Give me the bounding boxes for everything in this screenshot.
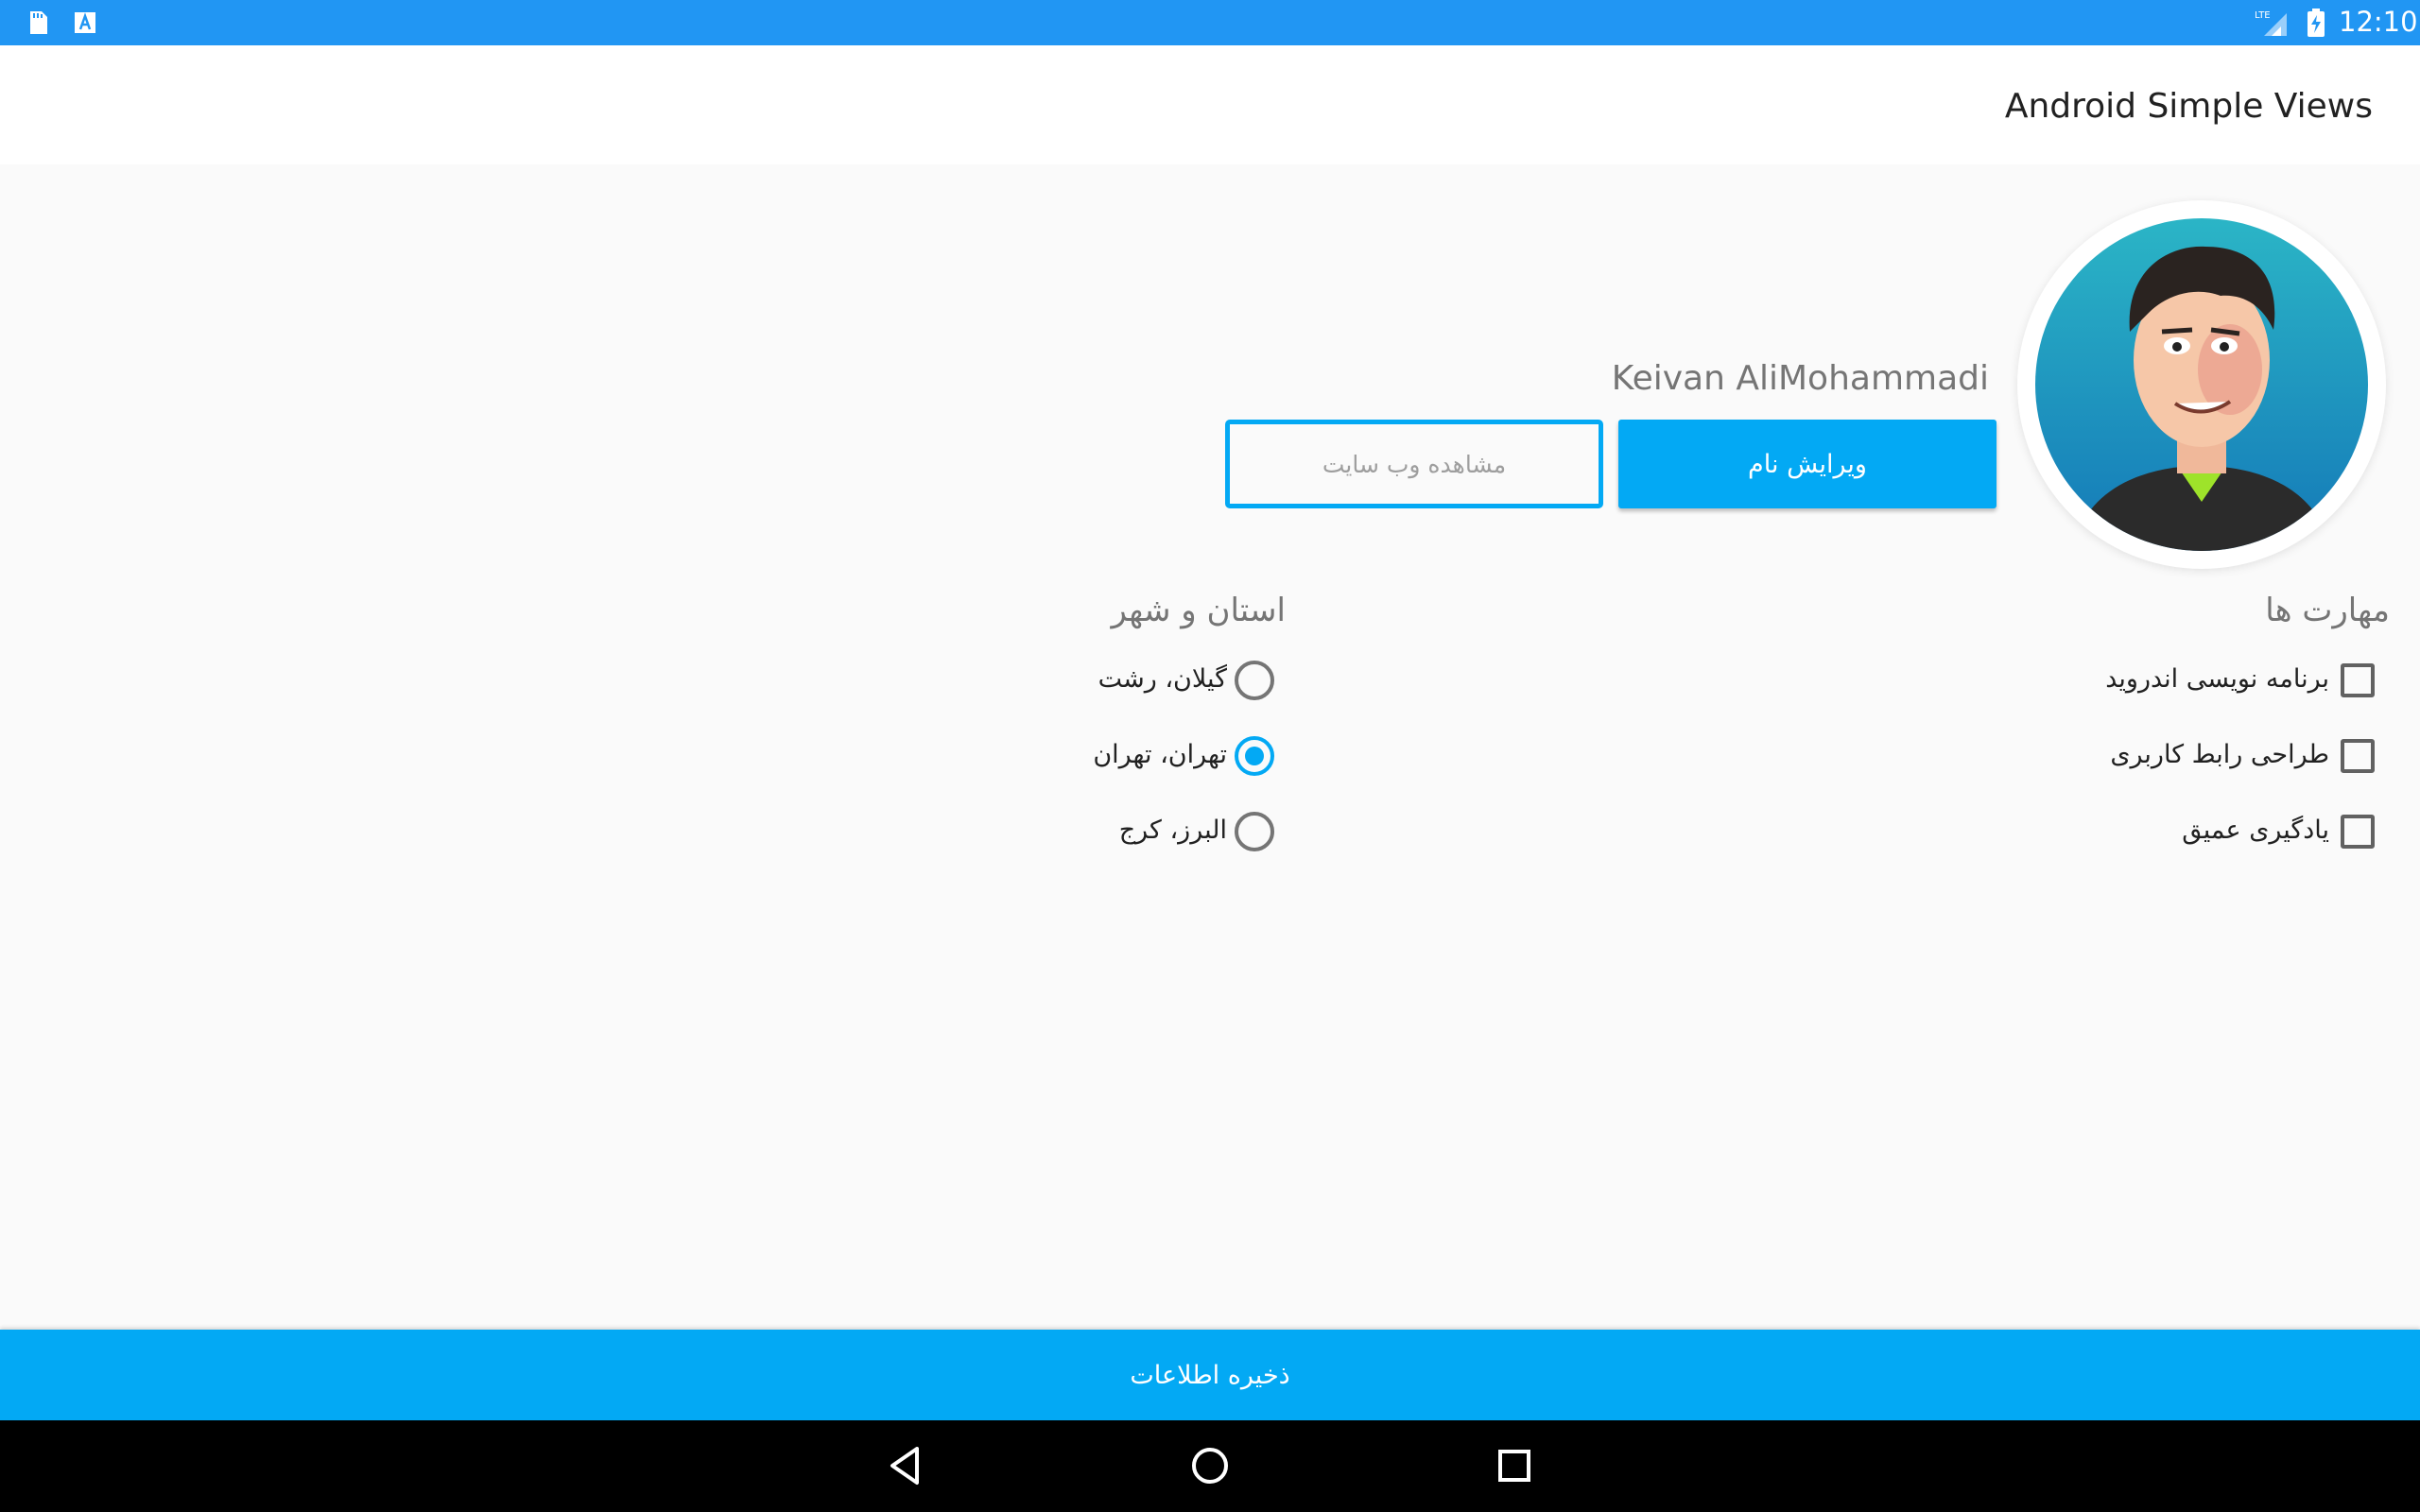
save-info-button[interactable]: ذخیره اطلاعات — [0, 1330, 2420, 1420]
province-label: گیلان، رشت — [1098, 664, 1227, 694]
svg-text:LTE: LTE — [2255, 10, 2271, 21]
skills-title: مهارت ها — [2265, 592, 2390, 629]
skill-label: برنامه نویسی اندروید — [2105, 664, 2329, 694]
avatar-cartoon-portrait-icon — [2035, 218, 2368, 551]
lte-signal-icon: LTE — [2255, 10, 2287, 36]
province-title: استان و شهر — [1111, 592, 1286, 629]
province-option-gilan[interactable]: گیلان، رشت — [1097, 652, 1282, 709]
province-label: البرز، کرج — [1118, 816, 1227, 845]
avatar[interactable] — [2017, 200, 2386, 569]
user-name: Keivan AliMohammadi — [1611, 359, 1989, 398]
province-option-tehran[interactable]: تهران، تهران — [1093, 728, 1282, 784]
view-website-button[interactable]: مشاهده وب سایت — [1225, 420, 1603, 508]
skill-label: طراحی رابط کاربری — [2110, 740, 2329, 769]
recents-icon[interactable] — [1490, 1441, 1539, 1490]
status-time: 12:10 — [2339, 6, 2418, 38]
province-radio[interactable] — [1235, 812, 1274, 851]
edit-name-button[interactable]: ویرایش نام — [1618, 420, 1996, 508]
skill-option-android[interactable]: برنامه نویسی اندروید — [2061, 652, 2388, 709]
skill-option-deep-learning[interactable]: یادگیری عمیق — [2061, 803, 2388, 860]
province-radio-selected[interactable] — [1235, 736, 1274, 776]
back-icon[interactable] — [881, 1441, 930, 1490]
home-icon[interactable] — [1185, 1441, 1235, 1490]
province-label: تهران، تهران — [1093, 740, 1227, 769]
skill-checkbox[interactable] — [2341, 815, 2375, 849]
text-a-icon — [75, 12, 95, 33]
skill-checkbox[interactable] — [2341, 739, 2375, 773]
toolbar-title: Android Simple Views — [2004, 87, 2373, 126]
sd-card-icon — [30, 11, 47, 34]
navigation-bar — [0, 1420, 2420, 1512]
app-toolbar: Android Simple Views — [0, 45, 2420, 164]
skill-option-ui-design[interactable]: طراحی رابط کاربری — [2061, 728, 2388, 784]
status-bar: LTE 12:10 — [0, 0, 2420, 45]
skill-label: یادگیری عمیق — [2182, 816, 2329, 845]
skill-checkbox[interactable] — [2341, 663, 2375, 697]
battery-charging-icon — [2308, 9, 2325, 37]
province-radio[interactable] — [1235, 661, 1274, 700]
province-option-alborz[interactable]: البرز، کرج — [1097, 803, 1282, 860]
app-screen: LTE 12:10 Android Simple Views Keivan Al… — [0, 0, 2420, 1512]
